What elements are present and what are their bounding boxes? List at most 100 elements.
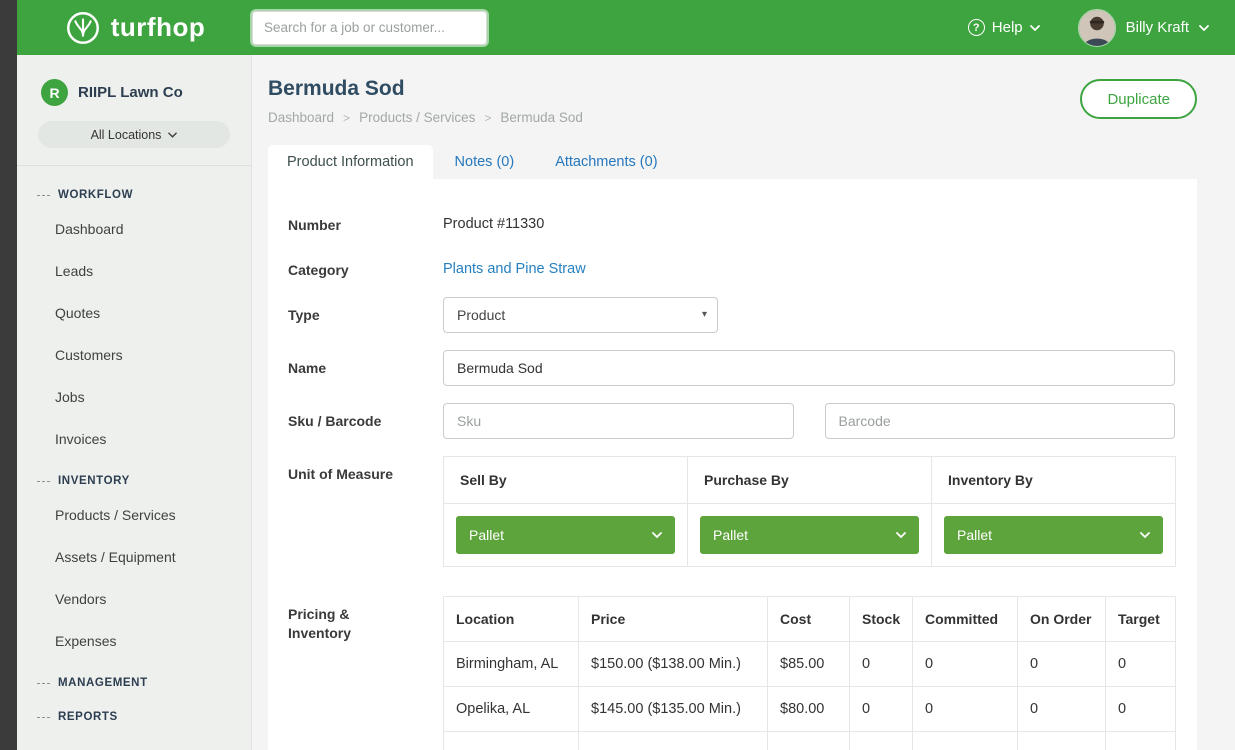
type-select[interactable]: Product ▾ bbox=[443, 297, 718, 333]
sku-barcode-label: Sku / Barcode bbox=[288, 403, 443, 439]
sidebar: R RIIPL Lawn Co All Locations WORKFLOW D… bbox=[17, 55, 252, 750]
uom-column-inventory-by: Inventory By bbox=[932, 456, 1176, 503]
company-name: RIIPL Lawn Co bbox=[78, 84, 183, 101]
page-title: Bermuda Sod bbox=[268, 77, 583, 101]
price-cell: $145.00 ($135.00 Min.) bbox=[579, 686, 768, 731]
column-committed: Committed bbox=[913, 596, 1018, 641]
all-locations-label: All Locations bbox=[91, 128, 162, 142]
sidebar-item-leads[interactable]: Leads bbox=[17, 250, 251, 292]
app-root: turfhop ? Help Bill bbox=[0, 0, 1235, 750]
breadcrumb-products-services[interactable]: Products / Services bbox=[359, 110, 475, 125]
barcode-input[interactable] bbox=[825, 403, 1176, 439]
product-information-panel: Number Product #11330 Category Plants an… bbox=[268, 179, 1197, 750]
sidebar-item-expenses[interactable]: Expenses bbox=[17, 620, 251, 662]
brand-name: turfhop bbox=[111, 12, 205, 43]
sidebar-item-products-services[interactable]: Products / Services bbox=[17, 494, 251, 536]
page-header: Bermuda Sod Dashboard > Products / Servi… bbox=[268, 77, 1197, 125]
company-switcher[interactable]: R RIIPL Lawn Co bbox=[17, 55, 251, 106]
form-row-type: Type Product ▾ bbox=[288, 297, 1175, 333]
column-target: Target bbox=[1106, 596, 1176, 641]
duplicate-button[interactable]: Duplicate bbox=[1080, 79, 1197, 119]
column-cost: Cost bbox=[768, 596, 850, 641]
main-content: Bermuda Sod Dashboard > Products / Servi… bbox=[252, 55, 1235, 750]
number-label: Number bbox=[288, 207, 443, 235]
tab-bar: Product Information Notes (0) Attachment… bbox=[268, 145, 1197, 179]
sidebar-nav: WORKFLOW Dashboard Leads Quotes Customer… bbox=[17, 166, 251, 730]
stock-cell: 0 bbox=[850, 686, 913, 731]
chevron-right-icon: > bbox=[343, 111, 350, 125]
form-row-name: Name bbox=[288, 350, 1175, 386]
category-link[interactable]: Plants and Pine Straw bbox=[443, 252, 1175, 277]
form-row-category: Category Plants and Pine Straw bbox=[288, 252, 1175, 280]
brand-logo[interactable]: turfhop bbox=[17, 9, 252, 47]
unit-of-measure-label: Unit of Measure bbox=[288, 456, 443, 484]
form-row-sku-barcode: Sku / Barcode bbox=[288, 403, 1175, 439]
pricing-inventory-label: Pricing & Inventory bbox=[288, 596, 443, 643]
nav-section-label: REPORTS bbox=[58, 711, 118, 723]
name-label: Name bbox=[288, 350, 443, 386]
sidebar-item-quotes[interactable]: Quotes bbox=[17, 292, 251, 334]
all-locations-dropdown[interactable]: All Locations bbox=[38, 121, 230, 148]
breadcrumb-dashboard[interactable]: Dashboard bbox=[268, 110, 334, 125]
help-icon: ? bbox=[968, 19, 985, 36]
nav-section-label: WORKFLOW bbox=[58, 189, 133, 201]
chevron-right-icon: > bbox=[484, 111, 491, 125]
uom-column-sell-by: Sell By bbox=[444, 456, 688, 503]
form-row-unit-of-measure: Unit of Measure Sell By Purchase By Inve… bbox=[288, 456, 1175, 567]
sku-input[interactable] bbox=[443, 403, 794, 439]
nav-section-label: MANAGEMENT bbox=[58, 677, 148, 689]
sidebar-item-customers[interactable]: Customers bbox=[17, 334, 251, 376]
sidebar-item-invoices[interactable]: Invoices bbox=[17, 418, 251, 460]
table-header-row: Location Price Cost Stock Committed On O… bbox=[444, 596, 1176, 641]
pricing-inventory-table: Location Price Cost Stock Committed On O… bbox=[443, 596, 1176, 750]
section-dash-icon bbox=[37, 195, 50, 196]
caret-down-icon: ▾ bbox=[702, 309, 707, 320]
form-row-pricing-inventory: Pricing & Inventory Location Price Cost … bbox=[288, 596, 1175, 750]
chevron-down-icon bbox=[168, 132, 177, 138]
nav-section-inventory: INVENTORY bbox=[17, 460, 251, 494]
sidebar-item-jobs[interactable]: Jobs bbox=[17, 376, 251, 418]
sidebar-item-vendors[interactable]: Vendors bbox=[17, 578, 251, 620]
breadcrumb: Dashboard > Products / Services > Bermud… bbox=[268, 110, 583, 125]
target-cell: 0 bbox=[1106, 686, 1176, 731]
column-stock: Stock bbox=[850, 596, 913, 641]
purchase-by-value: Pallet bbox=[713, 527, 748, 543]
committed-cell: 0 bbox=[913, 686, 1018, 731]
category-label: Category bbox=[288, 252, 443, 280]
cost-cell: $85.00 bbox=[768, 641, 850, 686]
sell-by-value: Pallet bbox=[469, 527, 504, 543]
name-input[interactable] bbox=[443, 350, 1175, 386]
column-location: Location bbox=[444, 596, 579, 641]
company-badge: R bbox=[41, 79, 68, 106]
price-cell: $150.00 ($138.00 Min.) bbox=[579, 641, 768, 686]
tab-attachments[interactable]: Attachments (0) bbox=[536, 145, 676, 179]
help-label: Help bbox=[992, 19, 1023, 36]
chevron-down-icon bbox=[896, 532, 906, 538]
section-dash-icon bbox=[37, 481, 50, 482]
avatar bbox=[1078, 9, 1116, 47]
on-order-cell: 0 bbox=[1018, 641, 1106, 686]
committed-cell: 0 bbox=[913, 641, 1018, 686]
sell-by-dropdown[interactable]: Pallet bbox=[456, 516, 675, 554]
table-row: Birmingham, AL $150.00 ($138.00 Min.) $8… bbox=[444, 641, 1176, 686]
search-input[interactable] bbox=[252, 11, 487, 45]
column-on-order: On Order bbox=[1018, 596, 1106, 641]
left-edge-strip bbox=[0, 0, 17, 750]
user-menu[interactable]: Billy Kraft bbox=[1078, 9, 1209, 47]
tab-product-information[interactable]: Product Information bbox=[268, 145, 433, 179]
nav-section-reports[interactable]: REPORTS bbox=[17, 696, 251, 730]
help-menu[interactable]: ? Help bbox=[968, 19, 1040, 36]
sidebar-item-assets-equipment[interactable]: Assets / Equipment bbox=[17, 536, 251, 578]
table-row-partial bbox=[444, 731, 1176, 750]
column-price: Price bbox=[579, 596, 768, 641]
top-bar-right: ? Help Billy Kraft bbox=[968, 9, 1235, 47]
inventory-by-dropdown[interactable]: Pallet bbox=[944, 516, 1163, 554]
purchase-by-dropdown[interactable]: Pallet bbox=[700, 516, 919, 554]
nav-section-management[interactable]: MANAGEMENT bbox=[17, 662, 251, 696]
sidebar-item-dashboard[interactable]: Dashboard bbox=[17, 208, 251, 250]
location-link-birmingham[interactable]: Birmingham, AL bbox=[456, 656, 558, 672]
location-link-opelika[interactable]: Opelika, AL bbox=[456, 701, 530, 717]
form-row-number: Number Product #11330 bbox=[288, 207, 1175, 235]
tab-notes[interactable]: Notes (0) bbox=[436, 145, 534, 179]
chevron-down-icon bbox=[1199, 25, 1209, 31]
